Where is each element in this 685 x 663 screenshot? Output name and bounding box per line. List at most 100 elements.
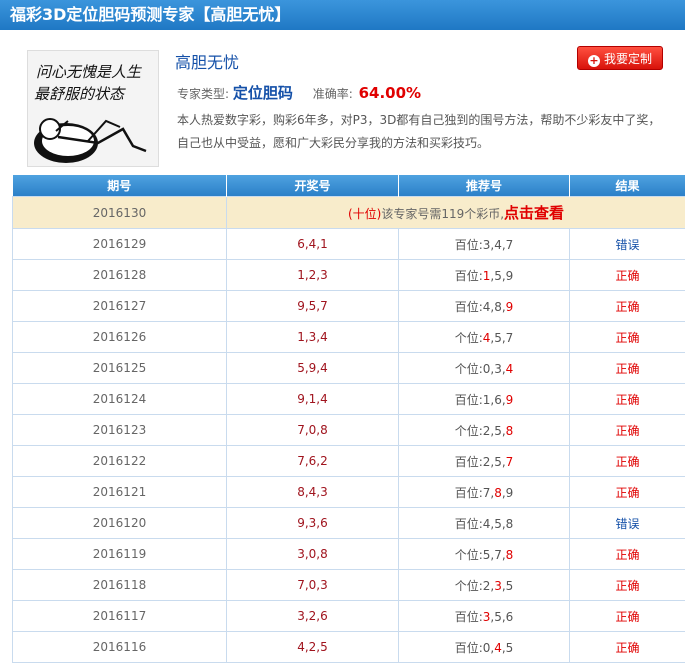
- row-result: 错误: [570, 508, 685, 539]
- recommend-digit: 4: [506, 362, 514, 376]
- recommend-digit: 3: [494, 579, 502, 593]
- row-draw-number: 4,2,5: [227, 632, 399, 663]
- row-result: 正确: [570, 446, 685, 477]
- recommend-digit: 5: [494, 424, 502, 438]
- row-draw-number: 3,2,6: [227, 601, 399, 632]
- recommend-digit: 2: [483, 424, 491, 438]
- expert-description: 本人热爱数字彩，购彩6年多，对P3，3D都有自己独到的围号方法，帮助不少彩友中了…: [177, 109, 672, 155]
- avatar-text-line1: 问心无愧是人生: [36, 63, 142, 81]
- recommend-position: 百位:: [455, 393, 483, 407]
- row-draw-number: 7,0,8: [227, 415, 399, 446]
- recommend-digit: 9: [506, 269, 514, 283]
- recommend-position: 百位:: [455, 238, 483, 252]
- recommend-digit: 4: [483, 300, 491, 314]
- expert-avatar: 问心无愧是人生 最舒服的状态: [27, 50, 159, 167]
- recommend-digit: 5: [494, 610, 502, 624]
- table-row: 20161218,4,3百位:7,8,9正确: [13, 477, 685, 508]
- recommend-digit: 6: [494, 393, 502, 407]
- recommend-digit: 1: [483, 269, 491, 283]
- recommend-digit: 8: [506, 548, 514, 562]
- row-result: 错误: [570, 229, 685, 260]
- row-result: 正确: [570, 477, 685, 508]
- row-recommendation: 百位:4,8,9: [399, 291, 570, 322]
- recommend-digit: 8: [494, 300, 502, 314]
- row-draw-number: 8,4,3: [227, 477, 399, 508]
- row-result: 正确: [570, 539, 685, 570]
- table-row: 20161173,2,6百位:3,5,6正确: [13, 601, 685, 632]
- recommend-digit: 4: [483, 517, 491, 531]
- recommend-digit: 0: [483, 362, 491, 376]
- table-row: 20161227,6,2百位:2,5,7正确: [13, 446, 685, 477]
- recommend-position: 个位:: [455, 331, 483, 345]
- locked-prediction-cell: (十位)该专家号需119个彩币,点击查看: [227, 197, 685, 229]
- col-header-recommend: 推荐号: [399, 175, 570, 197]
- col-header-period: 期号: [13, 175, 227, 197]
- row-draw-number: 3,0,8: [227, 539, 399, 570]
- row-draw-number: 1,2,3: [227, 260, 399, 291]
- row-period: 2016119: [13, 539, 227, 570]
- table-row: 20161279,5,7百位:4,8,9正确: [13, 291, 685, 322]
- row-period: 2016124: [13, 384, 227, 415]
- recommend-digit: 7: [506, 331, 514, 345]
- table-row: 20161187,0,3个位:2,3,5正确: [13, 570, 685, 601]
- row-recommendation: 百位:4,5,8: [399, 508, 570, 539]
- recommend-digit: 8: [506, 517, 514, 531]
- recommend-digit: 9: [506, 393, 514, 407]
- table-row: 20161249,1,4百位:1,6,9正确: [13, 384, 685, 415]
- recommend-digit: 7: [494, 548, 502, 562]
- row-period: 2016117: [13, 601, 227, 632]
- row-draw-number: 6,4,1: [227, 229, 399, 260]
- row-result: 正确: [570, 353, 685, 384]
- recommend-digit: 5: [494, 517, 502, 531]
- custom-order-button[interactable]: +我要定制: [577, 46, 663, 70]
- recommend-position: 百位:: [455, 641, 483, 655]
- recommend-digit: 5: [483, 548, 491, 562]
- row-period: 2016123: [13, 415, 227, 446]
- table-row: 20161255,9,4个位:0,3,4正确: [13, 353, 685, 384]
- plus-icon: +: [588, 55, 600, 67]
- row-result: 正确: [570, 291, 685, 322]
- row-period: 2016128: [13, 260, 227, 291]
- locked-prediction-row: 2016130 (十位)该专家号需119个彩币,点击查看: [13, 197, 685, 229]
- row-result: 正确: [570, 601, 685, 632]
- row-recommendation: 百位:0,4,5: [399, 632, 570, 663]
- recommend-position: 个位:: [455, 362, 483, 376]
- table-row: 20161281,2,3百位:1,5,9正确: [13, 260, 685, 291]
- recommend-digit: 6: [506, 610, 514, 624]
- recommend-digit: 5: [506, 579, 514, 593]
- row-period: 2016126: [13, 322, 227, 353]
- row-draw-number: 9,1,4: [227, 384, 399, 415]
- row-recommendation: 百位:3,5,6: [399, 601, 570, 632]
- row-period: 2016120: [13, 508, 227, 539]
- expert-type-label: 专家类型:: [177, 87, 229, 101]
- expert-type-value: 定位胆码: [233, 84, 293, 102]
- table-header-row: 期号 开奖号 推荐号 结果: [13, 175, 685, 197]
- view-prediction-link[interactable]: 点击查看: [504, 204, 564, 222]
- row-recommendation: 百位:3,4,7: [399, 229, 570, 260]
- table-row: 20161164,2,5百位:0,4,5正确: [13, 632, 685, 663]
- recommend-digit: 5: [494, 269, 502, 283]
- recommend-position: 百位:: [455, 610, 483, 624]
- accuracy-label: 准确率:: [313, 87, 353, 101]
- row-recommendation: 个位:2,3,5: [399, 570, 570, 601]
- recommend-position: 百位:: [455, 269, 483, 283]
- row-draw-number: 7,6,2: [227, 446, 399, 477]
- recommend-position: 个位:: [455, 548, 483, 562]
- row-period: 2016121: [13, 477, 227, 508]
- row-result: 正确: [570, 632, 685, 663]
- expert-name[interactable]: 高胆无忧: [175, 49, 239, 73]
- recommend-digit: 2: [483, 455, 491, 469]
- recommend-digit: 7: [483, 486, 491, 500]
- row-recommendation: 百位:1,6,9: [399, 384, 570, 415]
- table-row: 20161237,0,8个位:2,5,8正确: [13, 415, 685, 446]
- row-recommendation: 百位:7,8,9: [399, 477, 570, 508]
- col-header-draw: 开奖号: [227, 175, 399, 197]
- recommend-digit: 9: [506, 486, 514, 500]
- recommend-digit: 4: [494, 238, 502, 252]
- recommend-digit: 3: [494, 362, 502, 376]
- row-result: 正确: [570, 384, 685, 415]
- recommend-position: 个位:: [455, 424, 483, 438]
- row-period: 2016116: [13, 632, 227, 663]
- row-recommendation: 个位:0,3,4: [399, 353, 570, 384]
- row-result: 正确: [570, 570, 685, 601]
